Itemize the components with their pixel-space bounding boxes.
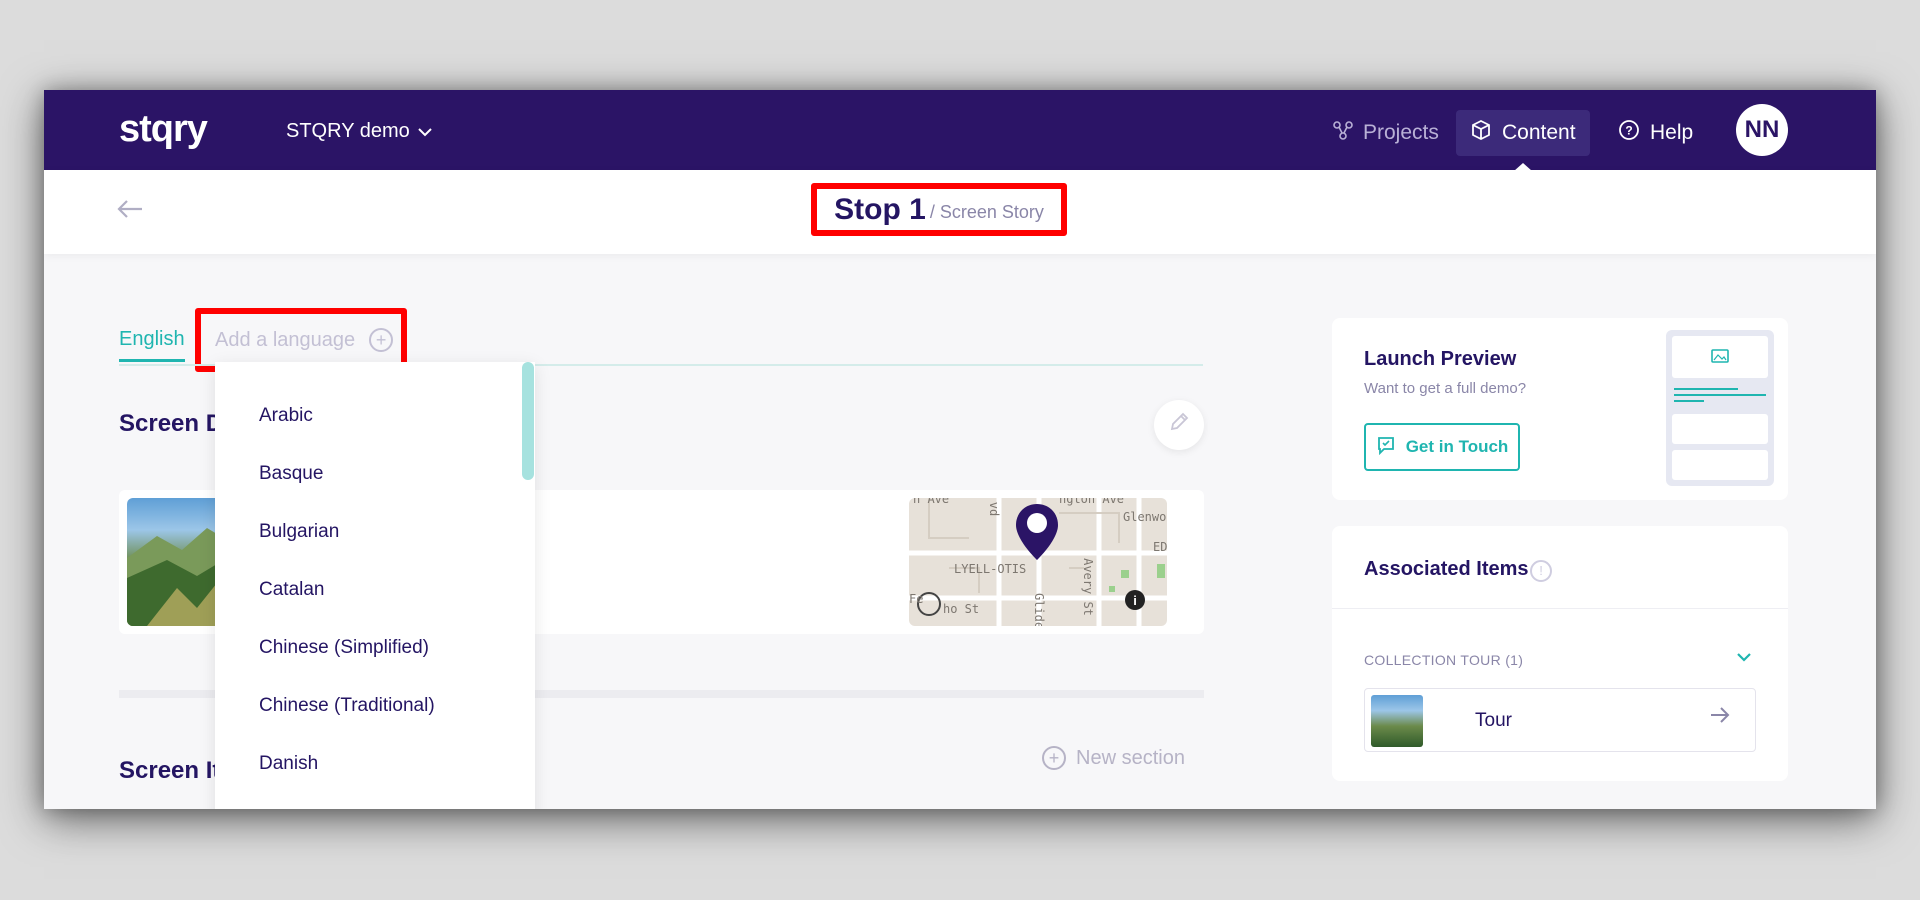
nav-help-label: Help [1650,121,1694,144]
language-option[interactable]: Catalan [259,579,325,601]
top-nav: stqry STQRY demo Projects Content ? Help [44,90,1876,171]
new-section-button[interactable]: + New section [1042,746,1185,770]
map-label-vd: vd [987,501,1002,517]
projects-icon [1333,120,1353,146]
tour-list-item[interactable]: Tour [1364,688,1756,752]
map-label-street: Avery St [1080,558,1095,616]
page-title-highlight: Stop 1 / Screen Story [811,183,1067,236]
language-option[interactable]: Bulgarian [259,521,339,543]
plus-circle-icon: + [1042,746,1066,770]
back-arrow-icon[interactable] [116,196,144,228]
associated-items-title: Associated Items [1364,558,1529,580]
title-bar: Stop 1 / Screen Story [44,170,1876,254]
svg-text:?: ? [1625,124,1632,138]
launch-preview-subtitle: Want to get a full demo? [1364,380,1527,397]
chat-icon [1376,435,1396,460]
phone-preview-illustration [1666,330,1774,486]
map-label-fe: Fe [909,592,924,606]
new-section-label: New section [1076,746,1185,769]
tab-english[interactable]: English [119,328,185,362]
page-subtitle: / Screen Story [929,202,1044,222]
plus-circle-icon: + [369,328,394,352]
pencil-icon [1168,411,1190,439]
screen-details-title: Screen D [119,410,224,437]
tour-label: Tour [1475,710,1512,731]
launch-preview-card: Launch Preview Want to get a full demo? … [1332,318,1788,500]
language-dropdown[interactable]: Arabic Basque Bulgarian Catalan Chinese … [215,362,535,809]
get-in-touch-button[interactable]: Get in Touch [1364,423,1520,471]
help-icon: ? [1618,119,1640,147]
language-option[interactable]: Chinese (Simplified) [259,637,429,659]
tour-thumbnail [1371,695,1423,747]
screen-items-title: Screen It [119,757,221,784]
map-label-glide: Glide [1032,592,1047,626]
map-label-neighborhood: LYELL-OTIS [954,562,1027,576]
location-map[interactable]: i LYELL-OTIS Avery St Glenwo Glide Fe ho… [909,498,1167,626]
project-name: STQRY demo [286,120,410,142]
page-title: Stop 1 [834,192,926,226]
launch-preview-title: Launch Preview [1364,348,1517,370]
associated-items-card: Associated Items ! COLLECTION TOUR (1) T… [1332,526,1788,781]
map-label-glenwood: Glenwo [1123,510,1167,524]
divider [1332,608,1788,609]
language-option[interactable]: Basque [259,463,323,485]
project-selector[interactable]: STQRY demo [286,120,432,143]
map-label-avenue: ngton Ave [1059,498,1125,506]
chevron-down-icon [418,120,432,143]
nav-content-label: Content [1502,121,1576,144]
dropdown-scrollbar[interactable] [522,362,534,480]
language-option[interactable]: Chinese (Traditional) [259,695,435,717]
map-label-street-2: ho St [943,602,980,616]
nav-projects[interactable]: Projects [1319,110,1453,156]
avatar[interactable]: NN [1736,104,1788,156]
add-language-label: Add a language [215,328,356,351]
logo[interactable]: stqry [119,108,208,151]
app-window: stqry STQRY demo Projects Content ? Help [44,90,1876,809]
language-option[interactable]: Arabic [259,405,313,427]
map-label-ed: ED [1153,540,1167,554]
chevron-down-icon[interactable] [1736,646,1752,667]
collection-tour-label: COLLECTION TOUR (1) [1364,652,1524,668]
nav-projects-label: Projects [1363,121,1439,144]
get-in-touch-label: Get in Touch [1405,437,1509,456]
svg-text:i: i [1133,593,1137,608]
map-label-n-ave: n Ave [913,498,950,506]
language-option[interactable]: Danish [259,753,318,775]
box-icon [1470,119,1492,147]
nav-help[interactable]: ? Help [1604,110,1707,156]
arrow-right-icon [1709,705,1731,731]
edit-button[interactable] [1154,400,1204,450]
nav-content[interactable]: Content [1456,110,1590,156]
info-icon[interactable]: ! [1530,560,1552,582]
